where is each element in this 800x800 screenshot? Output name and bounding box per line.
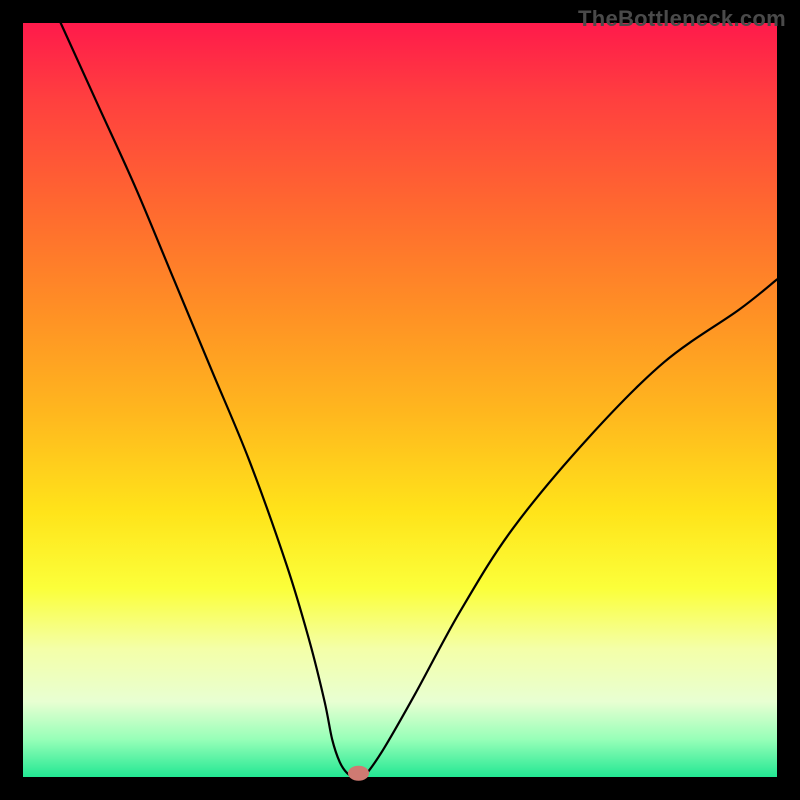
bottleneck-curve [61, 23, 777, 778]
watermark-text: TheBottleneck.com [578, 6, 786, 32]
chart-frame: TheBottleneck.com [0, 0, 800, 800]
optimum-marker [348, 766, 369, 781]
plot-area [23, 23, 777, 777]
chart-svg [23, 23, 777, 777]
